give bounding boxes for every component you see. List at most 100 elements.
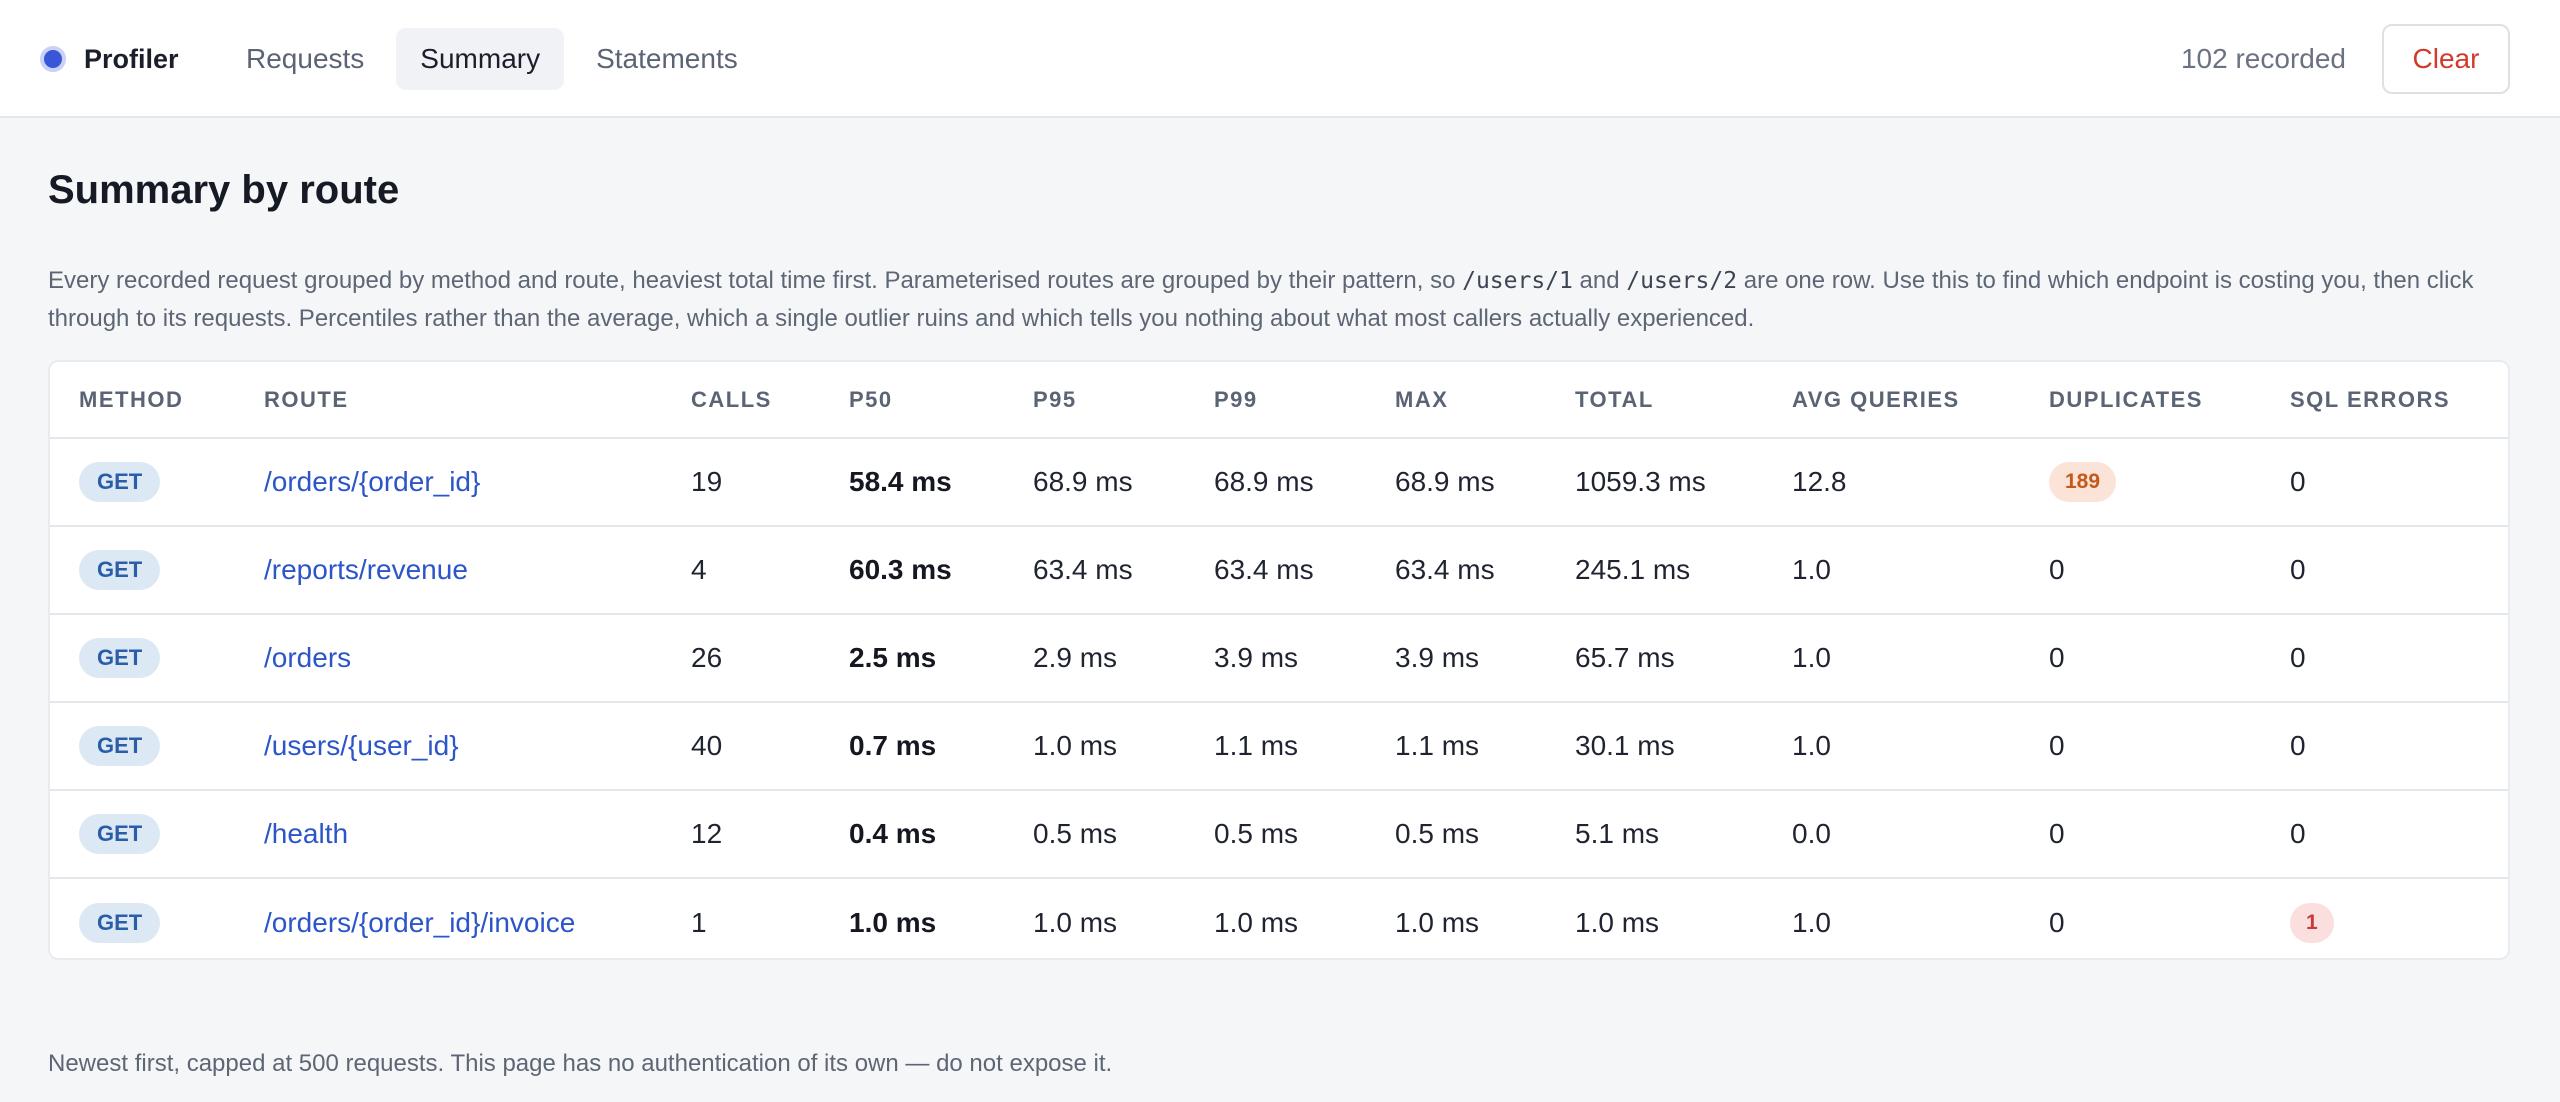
avg-queries-cell: 0.0 (1792, 818, 1831, 849)
nav-tabs: Requests Summary Statements (222, 28, 770, 90)
table-row[interactable]: GET/orders/{order_id} 19 58.4 ms 68.9 ms 68.… (50, 439, 2508, 527)
p99-cell: 0.5 ms (1214, 818, 1299, 849)
header-route: ROUTE (264, 386, 349, 412)
page-title: Summary by route (48, 168, 400, 212)
sql-errors-cell: 0 (2290, 703, 2306, 789)
route-link[interactable]: /health (264, 818, 348, 850)
calls-cell: 1 (691, 907, 707, 938)
tab-requests[interactable]: Requests (222, 28, 388, 90)
desc-code-users-2: /users/2 (1626, 268, 1738, 294)
max-cell: 1.0 ms (1395, 907, 1480, 938)
total-cell: 5.1 ms (1575, 818, 1660, 849)
method-badge: GET (79, 726, 161, 766)
p95-cell: 68.9 ms (1033, 466, 1133, 497)
brand[interactable]: Profiler (40, 0, 179, 118)
table-row[interactable]: GET/health 12 0.4 ms 0.5 ms 0.5 ms 0.5 ms 5.1 … (50, 791, 2508, 879)
p99-cell: 1.1 ms (1214, 730, 1299, 761)
clear-button[interactable]: Clear (2382, 24, 2510, 94)
table-row[interactable]: GET/reports/revenue 4 60.3 ms 63.4 ms 63.4 m… (50, 527, 2508, 615)
table-row[interactable]: GET/orders 26 2.5 ms 2.9 ms 3.9 ms 3.9 ms 65.7… (50, 615, 2508, 703)
sql-errors-value: 0 (2290, 818, 2306, 849)
calls-cell: 12 (691, 818, 723, 849)
header-total: TOTAL (1575, 386, 1654, 412)
table-row[interactable]: GET/orders/{order_id}/invoice 1 1.0 ms 1.0 … (50, 879, 2508, 958)
route-link[interactable]: /orders/{order_id}/invoice (264, 907, 575, 939)
summary-table: METHOD ROUTE CALLS P50 P95 P99 MAX TOTAL… (48, 360, 2510, 960)
method-cell: GET (79, 879, 161, 958)
sql-errors-badge: 1 (2290, 903, 2334, 943)
route-link[interactable]: /users/{user_id} (264, 730, 459, 762)
header-avg-queries: AVG QUERIES (1792, 386, 1960, 412)
total-cell: 1.0 ms (1575, 907, 1660, 938)
page-description: Every recorded request grouped by method… (48, 262, 2508, 337)
p99-cell: 3.9 ms (1214, 642, 1299, 673)
duplicates-badge: 189 (2049, 462, 2117, 502)
total-cell: 30.1 ms (1575, 730, 1675, 761)
max-cell: 68.9 ms (1395, 466, 1495, 497)
calls-cell: 19 (691, 466, 723, 497)
p50-cell: 2.5 ms (849, 615, 936, 701)
duplicates-value: 0 (2049, 554, 2065, 585)
method-cell: GET (79, 791, 161, 877)
header-p95: P95 (1033, 386, 1077, 412)
p50-cell: 0.4 ms (849, 791, 936, 877)
max-cell: 3.9 ms (1395, 642, 1480, 673)
avg-queries-cell: 1.0 (1792, 907, 1831, 938)
avg-queries-cell: 1.0 (1792, 554, 1831, 585)
avg-queries-cell: 1.0 (1792, 642, 1831, 673)
p50-value: 0.4 ms (849, 818, 937, 849)
sql-errors-cell: 1 (2290, 879, 2334, 958)
header-p99: P99 (1214, 386, 1258, 412)
desc-code-users-1: /users/1 (1462, 268, 1573, 294)
p95-cell: 1.0 ms (1033, 907, 1118, 938)
route-link[interactable]: /reports/revenue (264, 554, 468, 586)
route-link[interactable]: /orders (264, 642, 351, 674)
tab-statements[interactable]: Statements (572, 28, 762, 90)
p95-cell: 63.4 ms (1033, 554, 1133, 585)
duplicates-value: 0 (2049, 642, 2065, 673)
p99-cell: 1.0 ms (1214, 907, 1299, 938)
total-cell: 245.1 ms (1575, 554, 1691, 585)
duplicates-cell: 0 (2049, 791, 2065, 877)
route-cell: /orders/{order_id} (264, 439, 480, 525)
desc-text: Every recorded request grouped by method… (48, 267, 1463, 294)
p50-value: 58.4 ms (849, 466, 952, 497)
calls-cell: 40 (691, 730, 723, 761)
route-link[interactable]: /orders/{order_id} (264, 466, 480, 498)
brand-name: Profiler (84, 43, 179, 74)
sql-errors-cell: 0 (2290, 615, 2306, 701)
duplicates-cell: 0 (2049, 615, 2065, 701)
duplicates-cell: 0 (2049, 879, 2065, 958)
duplicates-value: 0 (2049, 730, 2065, 761)
method-cell: GET (79, 615, 161, 701)
table-row[interactable]: GET/users/{user_id} 40 0.7 ms 1.0 ms 1.1 ms 1… (50, 703, 2508, 791)
method-badge: GET (79, 462, 161, 502)
table-header-row: METHOD ROUTE CALLS P50 P95 P99 MAX TOTAL… (50, 362, 2508, 439)
p95-cell: 1.0 ms (1033, 730, 1118, 761)
method-cell: GET (79, 527, 161, 613)
sql-errors-value: 0 (2290, 554, 2306, 585)
duplicates-cell: 0 (2049, 703, 2065, 789)
max-cell: 63.4 ms (1395, 554, 1495, 585)
header-calls: CALLS (691, 386, 772, 412)
sql-errors-value: 0 (2290, 466, 2306, 497)
recorded-count: 102 recorded (2180, 43, 2346, 74)
route-cell: /health (264, 791, 348, 877)
method-badge: GET (79, 903, 161, 943)
p50-cell: 60.3 ms (849, 527, 952, 613)
avg-queries-cell: 1.0 (1792, 730, 1831, 761)
brand-dot-icon (40, 46, 66, 72)
sql-errors-cell: 0 (2290, 527, 2306, 613)
header-duplicates: DUPLICATES (2049, 386, 2203, 412)
route-cell: /users/{user_id} (264, 703, 459, 789)
duplicates-value: 0 (2049, 818, 2065, 849)
sql-errors-cell: 0 (2290, 791, 2306, 877)
tab-summary[interactable]: Summary (396, 28, 565, 90)
calls-cell: 4 (691, 554, 707, 585)
route-cell: /reports/revenue (264, 527, 468, 613)
sql-errors-value: 0 (2290, 730, 2306, 761)
max-cell: 1.1 ms (1395, 730, 1480, 761)
header-sql-errors: SQL ERRORS (2290, 386, 2451, 412)
p50-value: 60.3 ms (849, 554, 952, 585)
p50-value: 2.5 ms (849, 642, 937, 673)
